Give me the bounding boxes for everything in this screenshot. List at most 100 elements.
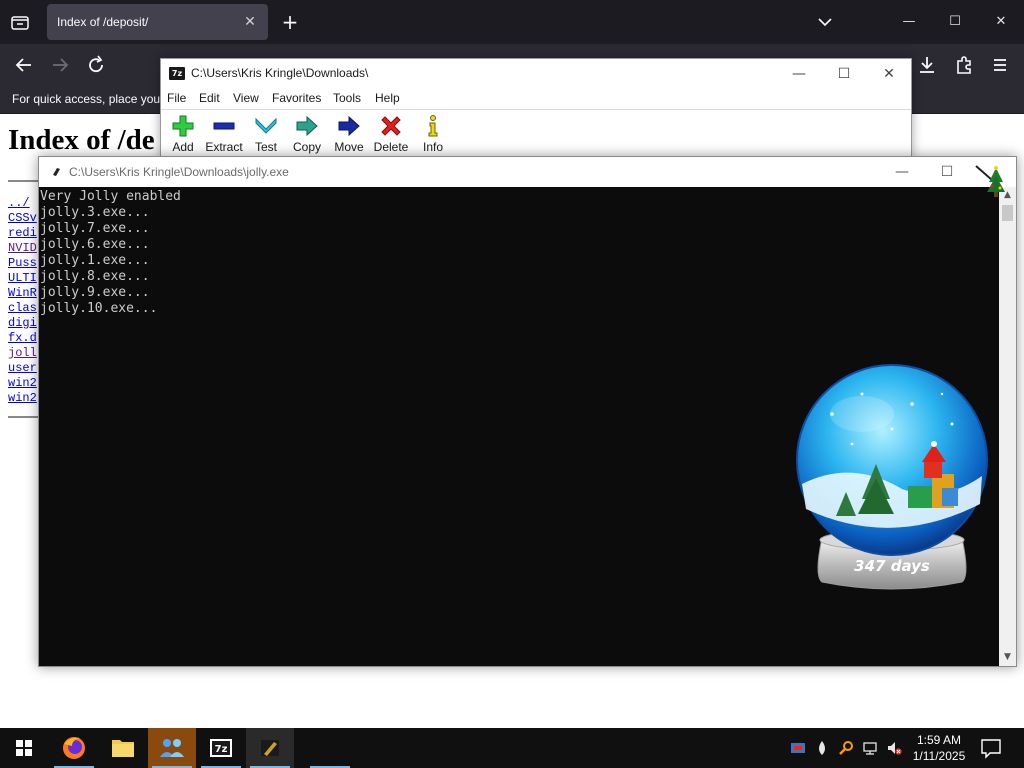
browser-close-button[interactable]: ✕ bbox=[986, 8, 1016, 36]
file-link[interactable]: ../ bbox=[8, 196, 37, 211]
tab-overflow-button[interactable] bbox=[813, 10, 837, 34]
browser-minimize-button[interactable]: — bbox=[894, 8, 924, 36]
file-link[interactable]: win2 bbox=[8, 391, 37, 406]
water-drop-icon[interactable] bbox=[814, 740, 830, 756]
plus-icon bbox=[172, 115, 194, 137]
taskbar-people-app[interactable] bbox=[148, 728, 196, 768]
clock-time[interactable]: 1:59 AM bbox=[906, 733, 972, 747]
menu-view[interactable]: View bbox=[233, 91, 259, 105]
console-line: jolly.6.exe... bbox=[40, 237, 150, 252]
console-title-bar[interactable]: C:\Users\Kris Kringle\Downloads\jolly.ex… bbox=[39, 157, 1016, 187]
browser-tab-bar: Index of /deposit/ ✕ + — ☐ ✕ bbox=[0, 0, 1024, 44]
download-icon bbox=[920, 57, 934, 73]
tab-list-icon bbox=[11, 16, 29, 30]
file-link[interactable]: clas bbox=[8, 301, 37, 316]
chevron-down-icon bbox=[818, 18, 832, 27]
console-line: Very Jolly enabled bbox=[40, 189, 181, 204]
sevenzip-window: 7z C:\Users\Kris Kringle\Downloads\ — ☐ … bbox=[160, 58, 912, 158]
file-link[interactable]: fx.d bbox=[8, 331, 37, 346]
console-maximize-button[interactable]: ☐ bbox=[927, 159, 967, 185]
sevenzip-title-bar[interactable]: 7z C:\Users\Kris Kringle\Downloads\ — ☐ … bbox=[161, 59, 911, 89]
extensions-button[interactable] bbox=[951, 52, 977, 78]
clock-date[interactable]: 1/11/2025 bbox=[906, 749, 972, 763]
volume-muted-icon[interactable] bbox=[886, 740, 902, 756]
menu-help[interactable]: Help bbox=[375, 91, 400, 105]
start-button[interactable] bbox=[0, 728, 48, 768]
snow-globe-widget[interactable]: 347 days bbox=[792, 364, 992, 590]
hamburger-menu-icon bbox=[994, 59, 1006, 71]
folder-icon bbox=[112, 740, 134, 757]
tab-index-of-deposit[interactable]: Index of /deposit/ ✕ bbox=[47, 4, 268, 40]
desktop-screen: Index of /deposit/ ✕ + — ☐ ✕ For quick a… bbox=[0, 0, 1024, 768]
arrow-right-icon bbox=[53, 58, 69, 72]
sevenzip-maximize-button[interactable]: ☐ bbox=[826, 61, 862, 87]
windows-taskbar: 7z 1:59 AM 1/11/2025 bbox=[0, 728, 1024, 768]
back-button[interactable] bbox=[11, 52, 37, 78]
file-link[interactable]: WinR bbox=[8, 286, 37, 301]
console-window-title: C:\Users\Kris Kringle\Downloads\jolly.ex… bbox=[69, 165, 289, 179]
network-icon[interactable] bbox=[862, 740, 878, 756]
tab-title: Index of /deposit/ bbox=[57, 15, 149, 29]
console-minimize-button[interactable]: — bbox=[882, 159, 922, 185]
new-tab-button[interactable]: + bbox=[278, 10, 302, 34]
tab-close-icon[interactable]: ✕ bbox=[240, 12, 260, 32]
page-title: Index of /de bbox=[8, 124, 155, 156]
info-label: Info bbox=[422, 140, 443, 154]
sevenzip-toolbar: Add Extract Test Copy Move Delete Info bbox=[161, 109, 911, 157]
network-map-icon[interactable] bbox=[790, 740, 806, 756]
puzzle-icon bbox=[957, 56, 971, 74]
console-line: jolly.10.exe... bbox=[40, 301, 158, 316]
info-icon bbox=[428, 115, 438, 137]
christmas-tree-icon[interactable] bbox=[970, 162, 1008, 198]
reload-icon bbox=[89, 55, 103, 73]
jolly-app-icon bbox=[261, 740, 279, 756]
menu-edit[interactable]: Edit bbox=[199, 91, 220, 105]
copy-arrow-icon bbox=[296, 115, 318, 137]
file-link[interactable]: Puss bbox=[8, 256, 37, 271]
taskbar-file-explorer[interactable] bbox=[99, 728, 147, 768]
forward-button[interactable] bbox=[47, 52, 73, 78]
menu-tools[interactable]: Tools bbox=[333, 91, 361, 105]
console-line: jolly.9.exe... bbox=[40, 285, 150, 300]
sevenzip-minimize-button[interactable]: — bbox=[781, 61, 817, 87]
search-key-icon[interactable] bbox=[838, 740, 854, 756]
move-arrow-icon bbox=[338, 115, 360, 137]
menu-file[interactable]: File bbox=[167, 91, 186, 105]
browser-maximize-button[interactable]: ☐ bbox=[940, 8, 970, 36]
file-link[interactable]: NVID bbox=[8, 241, 37, 256]
taskbar-firefox[interactable] bbox=[50, 728, 98, 768]
file-link[interactable]: joll bbox=[8, 346, 37, 361]
taskbar-jolly-console[interactable] bbox=[246, 728, 294, 768]
directory-listing: ../CSSv redi NVID Puss ULTI WinR clas digi fx.d j… bbox=[8, 196, 37, 406]
taskbar-7zip[interactable]: 7z bbox=[197, 728, 245, 768]
sevenzip-close-button[interactable]: ✕ bbox=[871, 61, 907, 87]
reload-button[interactable] bbox=[83, 52, 109, 78]
console-line: jolly.8.exe... bbox=[40, 269, 150, 284]
system-tray bbox=[786, 728, 906, 768]
menu-favorites[interactable]: Favorites bbox=[272, 91, 321, 105]
check-chevron-icon bbox=[255, 117, 277, 134]
file-link[interactable]: CSSv bbox=[8, 211, 37, 226]
notification-center-button[interactable] bbox=[976, 736, 1006, 760]
info-button[interactable]: Info bbox=[411, 112, 455, 156]
file-link[interactable]: user bbox=[8, 361, 37, 376]
days-counter-label: 347 days bbox=[854, 557, 930, 575]
list-all-tabs-button[interactable] bbox=[6, 8, 34, 36]
firefox-icon bbox=[63, 737, 85, 759]
taskbar-empty-slot bbox=[306, 728, 354, 768]
file-link[interactable]: redi bbox=[8, 226, 37, 241]
app-menu-button[interactable] bbox=[987, 52, 1013, 78]
sevenzip-menu-bar: File Edit View Favorites Tools Help bbox=[161, 89, 911, 109]
bookmarks-hint-text: For quick access, place your bbox=[12, 92, 165, 106]
downloads-button[interactable] bbox=[914, 52, 940, 78]
console-output: Very Jolly enabled jolly.3.exe... jolly.… bbox=[40, 189, 181, 317]
console-scrollbar[interactable]: ▲ ▼ bbox=[999, 187, 1016, 666]
file-link[interactable]: win2 bbox=[8, 376, 37, 391]
scroll-thumb[interactable] bbox=[1002, 205, 1013, 221]
file-link[interactable]: ULTI bbox=[8, 271, 37, 286]
delete-x-icon bbox=[381, 116, 401, 136]
users-icon bbox=[160, 739, 184, 757]
file-link[interactable]: digi bbox=[8, 316, 37, 331]
scroll-down-arrow-icon[interactable]: ▼ bbox=[999, 649, 1016, 666]
console-line: jolly.7.exe... bbox=[40, 221, 150, 236]
